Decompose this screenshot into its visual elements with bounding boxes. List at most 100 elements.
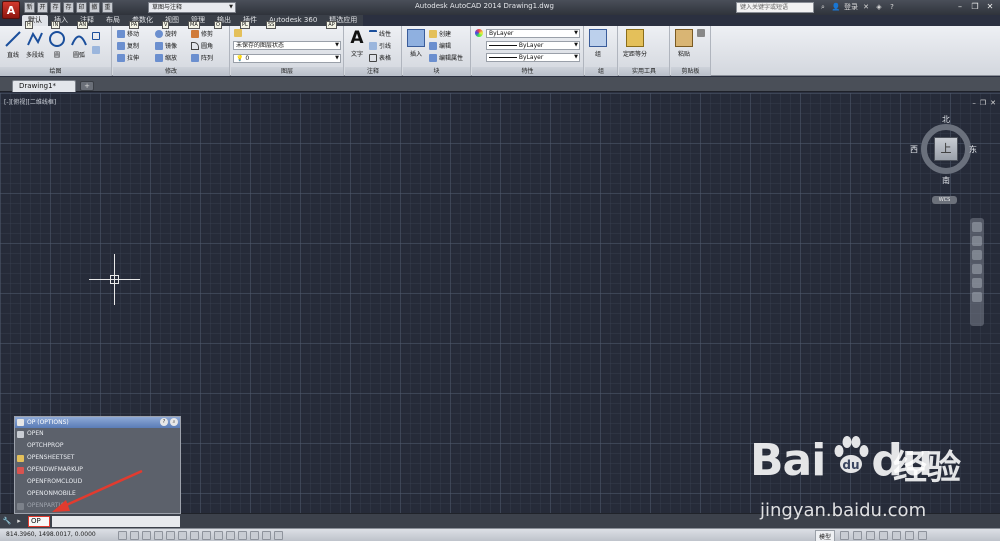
tab-autodesk360[interactable]: Autodesk 360 SS [263,15,324,29]
line-button[interactable]: 直线 [4,30,22,59]
customize-wrench-icon[interactable]: 🔧 [2,516,12,526]
steering-wheel-icon[interactable] [972,222,982,232]
selection-cycling-toggle[interactable] [274,531,283,540]
measure-button[interactable]: 定距等分 [623,29,647,58]
copy-button[interactable]: 复制 [117,41,139,50]
tab-featured-apps[interactable]: 精选应用 AP [323,15,364,29]
stretch-button[interactable]: 拉伸 [117,53,139,62]
new-tab-button[interactable]: + [80,81,94,91]
scale-button[interactable]: 缩放 [155,53,177,62]
lineweight-select[interactable]: ByLayer ▼ [486,53,580,62]
leader-button[interactable]: 引线 [369,41,391,50]
qat-save-button[interactable]: 存 [50,2,61,13]
viewport-controls-label[interactable]: [-][俯视][二维线框] [4,97,56,106]
autocomplete-item[interactable]: OPTCHPROP [15,440,180,452]
group-button[interactable]: 组 [589,29,607,58]
autocomplete-item[interactable]: OPENSHEETSET [15,452,180,464]
close-icon[interactable]: ✕ [984,1,996,13]
grid-toggle[interactable] [142,531,151,540]
qat-open-button[interactable]: 开 [37,2,48,13]
array-button[interactable]: 阵列 [191,53,213,62]
fillet-button[interactable]: 圆角 [191,41,213,50]
navbar-options-icon[interactable] [972,292,982,302]
polyline-button[interactable]: 多段线 [26,30,44,59]
snap-toggle[interactable] [130,531,139,540]
arc-button[interactable]: 圆弧 [70,30,88,59]
workspace-gear-icon[interactable] [866,531,875,540]
coordinate-readout[interactable]: 814.3960, 1498.0017, 0.0000 [6,531,96,538]
showmotion-icon[interactable] [972,278,982,288]
compass-north[interactable]: 北 [942,114,950,125]
minimize-icon[interactable]: – [972,99,976,107]
autocomplete-item[interactable]: OPEN [15,428,180,440]
model-space-button[interactable]: 模型 [815,530,836,541]
pan-icon[interactable] [972,236,982,246]
tab-output[interactable]: 输出 O [211,15,237,29]
search-icon[interactable]: ⌕ [818,2,828,12]
paste-button[interactable]: 粘贴 [675,29,693,58]
linetype-select[interactable]: ByLayer ▼ [486,41,580,50]
connect-icon[interactable]: ◈ [874,2,884,12]
clean-screen-icon[interactable] [918,531,927,540]
compass-west[interactable]: 西 [910,144,918,155]
dyn-toggle[interactable] [226,531,235,540]
draw-extra-button[interactable] [92,32,102,40]
rotate-button[interactable]: 旋转 [155,29,177,38]
trim-button[interactable]: 修剪 [191,29,213,38]
search-icon[interactable]: ⌕ [170,418,178,426]
viewcube[interactable]: 上 北 南 东 西 [910,114,978,194]
exchange-icon[interactable]: ✕ [861,2,871,12]
cut-button[interactable] [697,29,707,37]
annotation-scale-icon[interactable] [853,531,862,540]
circle-button[interactable]: 圆 [48,30,66,59]
compass-south[interactable]: 南 [942,175,950,186]
transparency-toggle[interactable] [250,531,259,540]
application-menu-button[interactable]: A [2,1,20,19]
minimize-icon[interactable]: – [954,1,966,13]
text-button[interactable]: A 文字 [348,29,366,58]
viewcube-face-top[interactable]: 上 [934,137,958,161]
tab-layout[interactable]: 布局 [100,15,126,26]
quick-properties-toggle[interactable] [262,531,271,540]
layer-properties-button[interactable] [234,29,244,37]
qat-saveas-button[interactable]: 存 [63,2,74,13]
recent-commands-icon[interactable]: ▸ [14,516,24,526]
match-properties-button[interactable] [475,29,485,37]
edit-block-button[interactable]: 编辑 [429,41,451,50]
tab-view[interactable]: 视图 V [159,15,185,29]
qat-undo-button[interactable]: 撤 [89,2,100,13]
autocomplete-item[interactable]: OPENFROMCLOUD [15,476,180,488]
infer-constraints-toggle[interactable] [118,531,127,540]
linear-dim-button[interactable]: 线性 [369,29,391,38]
ortho-toggle[interactable] [154,531,163,540]
help-icon[interactable]: ? [887,2,897,12]
draw-extra2-button[interactable] [92,46,102,54]
otrack-toggle[interactable] [202,531,211,540]
command-input[interactable]: OP [28,516,50,527]
hardware-acceleration-icon[interactable] [892,531,901,540]
ducs-toggle[interactable] [214,531,223,540]
autocomplete-item[interactable]: OPENONMOBILE [15,488,180,500]
qat-redo-button[interactable]: 重 [102,2,113,13]
orbit-icon[interactable] [972,264,982,274]
help-icon[interactable]: ? [160,418,168,426]
autocomplete-item[interactable]: OPENDWFMARKUP [15,464,180,476]
workspace-select[interactable]: 草图与注释 ▼ [148,2,236,13]
3d-osnap-toggle[interactable] [190,531,199,540]
isolate-objects-icon[interactable] [905,531,914,540]
table-button[interactable]: 表格 [369,53,391,62]
restore-icon[interactable]: ❐ [969,1,981,13]
user-icon[interactable]: 👤 [831,2,841,12]
command-input-area[interactable] [52,516,180,527]
layout-icon[interactable] [840,531,849,540]
tab-plugins[interactable]: 插件 PL [237,15,263,29]
edit-attribute-button[interactable]: 编辑属性 [429,53,463,62]
tab-manage[interactable]: 管理 MA [185,15,211,29]
wcs-menu-button[interactable]: WCS [932,196,957,204]
osnap-toggle[interactable] [178,531,187,540]
tab-annotate[interactable]: 注释 AN [74,15,100,29]
file-tab-drawing1[interactable]: Drawing1* [12,80,76,92]
zoom-icon[interactable] [972,250,982,260]
autocomplete-header[interactable]: OP (OPTIONS) ? ⌕ [15,417,180,428]
layer-state-select[interactable]: 未保存的图层状态 ▼ [233,41,341,50]
